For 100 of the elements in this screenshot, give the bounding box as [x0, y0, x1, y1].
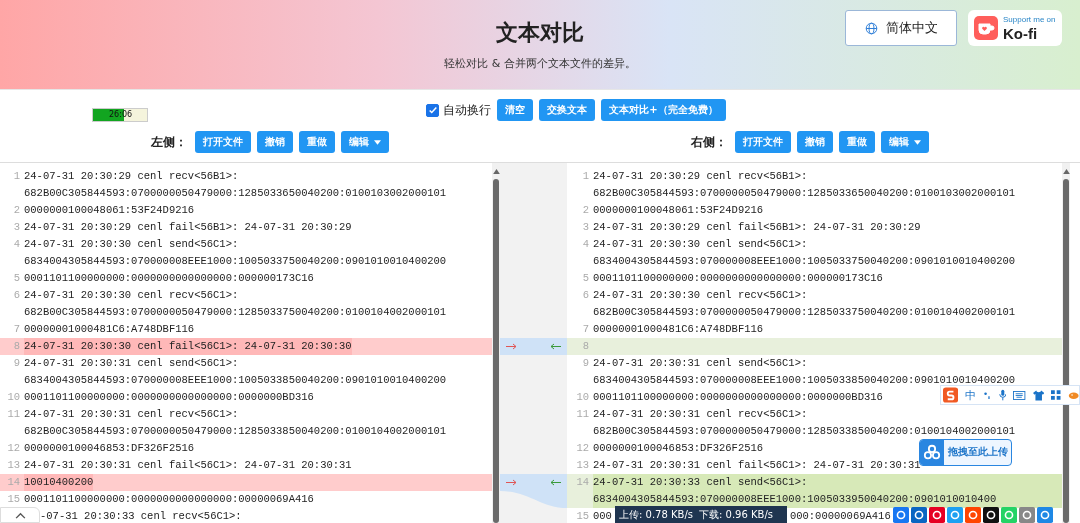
- page-title: 文本对比: [495, 19, 585, 47]
- editor-button[interactable]: 编辑: [881, 131, 929, 153]
- code-line: 24-07-31 20:30:29 cenl recv<56B1>: 682B00C305844593:0700000050479000:1285033650040200:0100103002000101: [593, 169, 1017, 201]
- code-text: 000:00000069A416: [789, 509, 891, 523]
- toolbar-button[interactable]: 交换文本: [539, 99, 596, 121]
- toolbar-button[interactable]: 清空: [497, 99, 534, 121]
- line-number: 12: [7, 442, 20, 454]
- line-number: 4: [582, 238, 589, 250]
- line-number: 15: [576, 510, 589, 522]
- microphone-icon[interactable]: [998, 389, 1007, 401]
- line-number: 7: [13, 323, 20, 335]
- auto-wrap-checkbox[interactable]: [426, 103, 440, 117]
- scroll-top-button[interactable]: [0, 507, 40, 523]
- toolbar-button[interactable]: 文本对比+（完全免费）: [601, 99, 726, 121]
- download-speed: 下载: 0.96 KB/s: [699, 507, 773, 522]
- caret-icon: [914, 139, 921, 145]
- code-line: 24-07-31 20:30:31 cenl recv<56C1>: 682B00C305844593:0700000050479000:1285033850040200:0100104002000101: [24, 407, 448, 439]
- code-line: 0001101100000000:0000000000000000:0000000BD316: [593, 390, 883, 405]
- merge-marker[interactable]: [500, 474, 567, 508]
- code-line: 24-07-31 20:30:31 cenl recv<56C1>: 682B00C305844593:0700000050479000:1285033850040200:0100104002000101: [593, 407, 1017, 439]
- line-number: 7: [582, 323, 589, 335]
- code-line: 0001101100000000:0000000000000000:00000069A416: [24, 492, 314, 507]
- caret-up-icon: [14, 511, 26, 519]
- line-number: 5: [582, 272, 589, 284]
- code-line: 24-07-31 20:30:30 cenl send<56C1>: 6834004305844593:070000008EEE1000:1005033750040200:0901010010400200: [24, 237, 448, 269]
- editor-button[interactable]: 编辑: [341, 131, 389, 153]
- line-number: 9: [13, 357, 20, 369]
- code-line: 24-07-31 20:30:31 cenl send<56C1>: 6834004305844593:070000008EEE1000:1005033850040200:0901010010400200: [24, 356, 448, 388]
- cup-icon: [974, 16, 998, 40]
- editor-button[interactable]: 打开文件: [195, 131, 251, 153]
- line-number: 8: [582, 340, 589, 352]
- line-number: 1: [582, 170, 589, 182]
- support-button[interactable]: Support me on Ko-fi: [968, 10, 1062, 46]
- line-number: 11: [7, 408, 20, 420]
- caret-icon: [374, 139, 381, 145]
- line-number: 9: [582, 357, 589, 369]
- grid-icon[interactable]: [1051, 390, 1061, 400]
- scrollbar[interactable]: [492, 163, 500, 523]
- code-line: 0001101100000000:0000000000000000:0000000BD316: [24, 390, 314, 405]
- editor-button[interactable]: 撤销: [257, 131, 293, 153]
- globe-icon: [864, 21, 878, 35]
- editor-button[interactable]: 撤销: [797, 131, 833, 153]
- code-line: 24-07-31 20:30:29 cenl fail<56B1>: 24-07-31 20:30:29: [593, 220, 921, 235]
- scroll-up-icon[interactable]: [1062, 169, 1070, 174]
- code-line: 24-07-31 20:30:29 cenl fail<56B1>: 24-07-31 20:30:29: [24, 220, 352, 235]
- upload-speed: 上传: 0.78 KB/s: [619, 507, 693, 522]
- code-line: 24-07-31 20:30:30 cenl send<56C1>: 6834004305844593:070000008EEE1000:1005033750040200:0901010010400200: [593, 237, 1017, 269]
- page-subtitle: 轻松对比 & 合并两个文本文件的差异。: [444, 56, 636, 71]
- code-line: 0000000100046853:DF326F2516: [24, 441, 195, 456]
- line-number: 1: [13, 170, 20, 182]
- code-line: 00000001000481C6:A748DBF116: [24, 322, 195, 337]
- code-text: 000: [593, 509, 612, 523]
- line-number: 3: [13, 221, 20, 233]
- line-number: 13: [576, 459, 589, 471]
- line-number: 10: [7, 391, 20, 403]
- language-button[interactable]: 简体中文: [845, 10, 957, 46]
- side-label: 左侧：: [151, 133, 187, 151]
- input-mode-toggle[interactable]: 中: [965, 387, 977, 403]
- code-line: 24-07-31 20:30:30 cenl recv<56C1>: 682B00C305844593:0700000050479000:1285033750040200:0100104002000101: [24, 288, 448, 320]
- keyboard-icon[interactable]: [1013, 390, 1026, 400]
- line-number: 10: [576, 391, 589, 403]
- line-number: 15: [7, 493, 20, 505]
- line-number: 14: [576, 476, 589, 488]
- line-number: 8: [13, 340, 20, 352]
- line-number: 6: [582, 289, 589, 301]
- code-line: -07-31 20:30:33 cenl recv<56C1>:: [40, 509, 242, 523]
- line-number: 5: [13, 272, 20, 284]
- editor-button[interactable]: 打开文件: [735, 131, 791, 153]
- line-number: 14: [7, 476, 20, 488]
- share-icon[interactable]: [983, 507, 999, 523]
- merge-marker[interactable]: [500, 338, 567, 355]
- code-line: 0000000100048061:53F24D9216: [24, 203, 195, 218]
- line-number: 4: [13, 238, 20, 250]
- upload-button[interactable]: 拖拽至此上传: [919, 439, 1012, 466]
- code-line: 24-07-31 20:30:31 cenl fail<56C1>: 24-07-31 20:30:31: [24, 458, 352, 473]
- code-line: 0001101100000000:0000000000000000:000000173C16: [24, 271, 314, 286]
- editor-button[interactable]: 重做: [299, 131, 335, 153]
- code-line: 00000001000481C6:A748DBF116: [593, 322, 764, 337]
- scroll-up-icon[interactable]: [492, 169, 500, 174]
- line-number: 6: [13, 289, 20, 301]
- code-line: 0000000100048061:53F24D9216: [593, 203, 764, 218]
- punctuation-icon[interactable]: [983, 390, 992, 400]
- scrollbar[interactable]: [1062, 163, 1070, 523]
- shirt-icon[interactable]: [1032, 389, 1045, 401]
- line-number: 3: [582, 221, 589, 233]
- code-line: 0000000100046853:DF326F2516: [593, 441, 764, 456]
- line-number: 13: [7, 459, 20, 471]
- code-line: 24-07-31 20:30:29 cenl recv<56B1>: 682B00C305844593:0700000050479000:1285033650040200:0100103002000101: [24, 169, 448, 201]
- line-number: 2: [13, 204, 20, 216]
- code-line: 24-07-31 20:30:30 cenl recv<56C1>: 682B00C305844593:0700000050479000:1285033750040200:0100104002000101: [593, 288, 1017, 320]
- side-label: 右侧：: [691, 133, 727, 151]
- auto-wrap-label: 自动换行: [443, 101, 492, 119]
- code-line: 24-07-31 20:30:31 cenl fail<56C1>: 24-07-31 20:30:31: [593, 458, 921, 473]
- line-number: 2: [582, 204, 589, 216]
- cloud-icon: [920, 440, 944, 465]
- line-number: 12: [576, 442, 589, 454]
- line-number: 11: [576, 408, 589, 420]
- code-line: 0001101100000000:0000000000000000:000000173C16: [593, 271, 883, 286]
- code-line: 24-07-31 20:30:31 cenl send<56C1>: 6834004305844593:070000008EEE1000:1005033850040200:0901010010400200: [593, 356, 1017, 388]
- editor-button[interactable]: 重做: [839, 131, 875, 153]
